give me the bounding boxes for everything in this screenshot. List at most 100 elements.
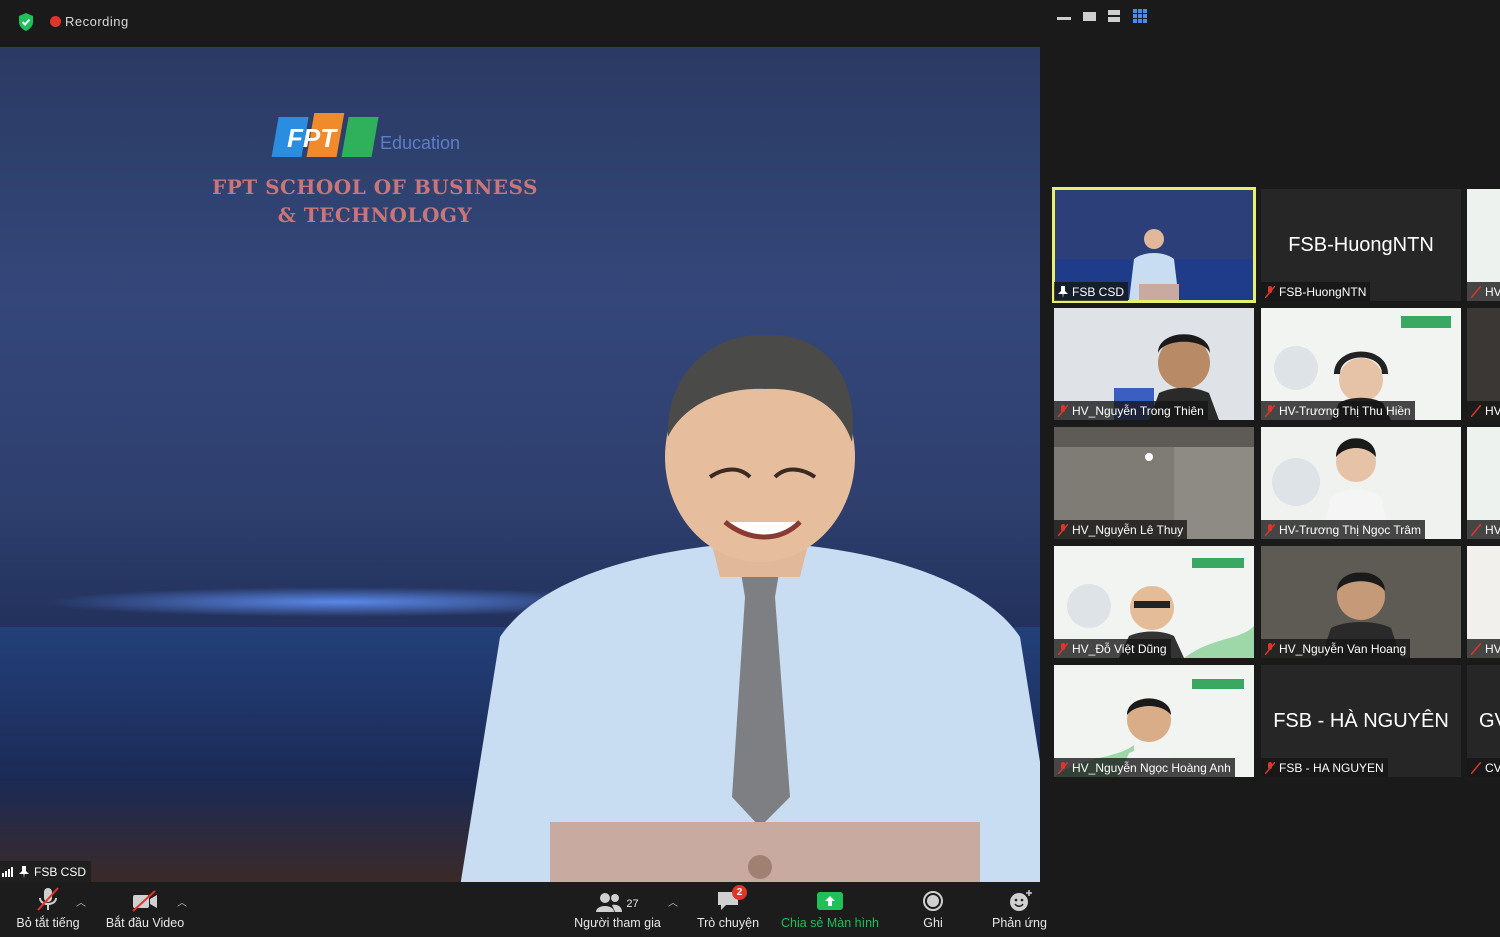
pin-icon [1058, 285, 1068, 298]
chat-label: Trò chuyện [696, 916, 760, 930]
participant-name: FSB-HuongNTN [1279, 284, 1367, 299]
speaker-view-icon[interactable] [1083, 12, 1096, 22]
participants-button[interactable]: 27 Người tham gia [570, 882, 665, 937]
top-bar: Recording [0, 0, 1500, 46]
muted-mic-icon [1471, 404, 1481, 417]
muted-mic-icon [1265, 523, 1275, 536]
record-label: Ghi [923, 916, 943, 930]
participant-name-label: HV [1467, 639, 1500, 658]
chat-unread-badge: 2 [732, 885, 747, 900]
unmute-label: Bỏ tắt tiếng [16, 916, 80, 930]
fpt-education-logo: FPT Education [271, 113, 460, 157]
participant-tile[interactable]: HV_Nguyễn Ngọc Hoàng Anh [1054, 665, 1254, 777]
muted-mic-icon [1265, 642, 1275, 655]
recording-dot-icon [50, 16, 61, 27]
participants-label: Người tham gia [574, 916, 661, 930]
logo-letters: FPT [287, 123, 338, 153]
backdrop-title-line2: & TECHNOLOGY [277, 203, 473, 227]
main-speaker-video[interactable]: FPT Education FPT SCHOOL OF BUSINESS & T… [0, 47, 1040, 882]
participant-name-label: HV_Nguyễn Van Hoang [1261, 639, 1411, 658]
signal-strength-icon [2, 866, 13, 877]
participant-tile-partial[interactable]: HV [1467, 308, 1500, 420]
video-off-icon [132, 890, 157, 912]
participant-tile[interactable]: FSB-HuongNTN FSB-HuongNTN [1261, 189, 1461, 301]
stacked-view-icon[interactable] [1108, 10, 1120, 23]
muted-mic-icon [1058, 523, 1068, 536]
participant-name-label: FSB-HuongNTN [1261, 282, 1371, 301]
muted-mic-icon [1265, 761, 1275, 774]
muted-mic-icon [37, 887, 59, 911]
participant-tile-partial[interactable]: HV [1467, 189, 1500, 301]
audio-options-caret-icon[interactable]: ︿ [76, 894, 86, 909]
share-screen-label: Chia sẻ Màn hình [781, 916, 879, 930]
participant-tile[interactable]: FSB CSD [1052, 187, 1256, 303]
participant-name: HV [1485, 522, 1500, 537]
participant-name-label: HV_Nguyễn Trong Thiên [1054, 401, 1208, 420]
participant-name: HV_Nguyễn Trong Thiên [1072, 403, 1204, 418]
participant-tile-partial[interactable]: HV [1467, 546, 1500, 658]
participant-name-label: HV_Nguyễn Ngọc Hoàng Anh [1054, 758, 1235, 777]
share-screen-button[interactable]: Chia sẻ Màn hình [775, 882, 885, 937]
gallery-panel: FSB CSD FSB-HuongNTN FSB-HuongNTN HV_Ngu… [1050, 185, 1500, 785]
participant-name: HV_Nguyễn Ngọc Hoàng Anh [1072, 760, 1231, 775]
participant-tile[interactable]: HV-Trương Thị Thu Hiền [1261, 308, 1461, 420]
participant-tile[interactable]: HV_Đỗ Việt Dũng [1054, 546, 1254, 658]
recording-label: Recording [65, 14, 129, 29]
participant-name-label: HV_Đỗ Việt Dũng [1054, 639, 1171, 658]
muted-mic-icon [1471, 761, 1481, 774]
muted-mic-icon [1471, 523, 1481, 536]
record-icon [923, 891, 943, 911]
participants-count: 27 [626, 898, 639, 910]
start-video-button[interactable]: Bắt đầu Video [100, 882, 190, 937]
participant-name-label: FSB - HA NGUYEN [1261, 758, 1388, 777]
encryption-shield-icon[interactable] [16, 12, 36, 32]
meeting-toolbar: Bỏ tắt tiếng ︿ Bắt đầu Video ︿ 27 Người … [0, 882, 1047, 937]
muted-mic-icon [1058, 761, 1068, 774]
participant-name: HV_Nguyễn Van Hoang [1279, 641, 1407, 656]
participant-name: HV-Trương Thị Ngọc Trâm [1279, 522, 1421, 537]
gallery-view-icon[interactable] [1133, 9, 1147, 23]
participant-name-label: HV-Trương Thị Ngọc Trâm [1261, 520, 1425, 539]
record-button[interactable]: Ghi [905, 882, 961, 937]
unmute-button[interactable]: Bỏ tắt tiếng [8, 882, 88, 937]
muted-mic-icon [1471, 642, 1481, 655]
participant-name-label: HV-Trương Thị Thu Hiền [1261, 401, 1415, 420]
chat-button[interactable]: Trò chuyện [690, 882, 766, 937]
presenter-figure [460, 334, 1040, 882]
share-screen-icon [817, 892, 843, 910]
participant-name-label: CV [1467, 758, 1500, 777]
participant-tile[interactable]: HV_Nguyễn Trong Thiên [1054, 308, 1254, 420]
participant-name: HV [1485, 284, 1500, 299]
reactions-button[interactable]: Phản ứng [985, 882, 1053, 937]
participants-icon [596, 893, 623, 912]
muted-mic-icon [1058, 404, 1068, 417]
participant-name: HV_Đỗ Việt Dũng [1072, 641, 1167, 656]
participant-tile-partial[interactable]: HV [1467, 427, 1500, 539]
start-video-label: Bắt đầu Video [105, 916, 185, 930]
logo-subtext: Education [380, 133, 460, 153]
reaction-emoji-icon [1010, 890, 1032, 911]
muted-mic-icon [1471, 285, 1481, 298]
participant-tile[interactable]: HV_Nguyễn Lê Thuy [1054, 427, 1254, 539]
participant-name-label: HV [1467, 520, 1500, 539]
muted-mic-icon [1265, 285, 1275, 298]
backdrop-title-line1: FPT SCHOOL OF BUSINESS [212, 175, 538, 199]
participant-name-label: HV_Nguyễn Lê Thuy [1054, 520, 1188, 539]
participant-name: FSB - HA NGUYEN [1279, 760, 1384, 775]
participant-tile[interactable]: HV-Trương Thị Ngọc Trâm [1261, 427, 1461, 539]
muted-mic-icon [1058, 642, 1068, 655]
participant-name-label: HV [1467, 282, 1500, 301]
participants-options-caret-icon[interactable]: ︿ [668, 894, 678, 909]
muted-mic-icon [1265, 404, 1275, 417]
participant-name: HV_Nguyễn Lê Thuy [1072, 522, 1184, 537]
participant-name: HV [1485, 403, 1500, 418]
video-options-caret-icon[interactable]: ︿ [177, 894, 187, 909]
participant-name: FSB CSD [1072, 284, 1125, 299]
participant-tile-partial[interactable]: GV CV [1467, 665, 1500, 777]
pin-icon [19, 865, 29, 878]
minimize-icon[interactable] [1057, 17, 1071, 21]
participant-tile[interactable]: HV_Nguyễn Van Hoang [1261, 546, 1461, 658]
participant-name: HV-Trương Thị Thu Hiền [1279, 403, 1411, 418]
participant-tile[interactable]: FSB - HÀ NGUYÊN FSB - HA NGUYEN [1261, 665, 1461, 777]
main-video-name: FSB CSD [34, 864, 87, 879]
